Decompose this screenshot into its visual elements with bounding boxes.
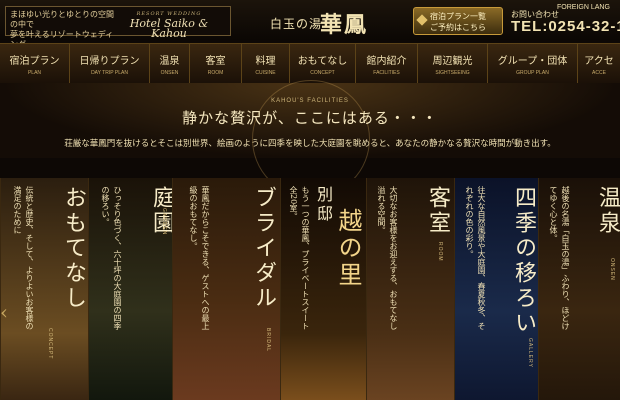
nav-label: 客室 xyxy=(205,56,226,67)
nav-label: 温泉 xyxy=(159,56,180,67)
nav-facilities[interactable]: 館内紹介 FACILITIES xyxy=(356,44,418,84)
panel-en-label: BRIDAL xyxy=(265,328,271,353)
section-intro: 荘厳な華鳳門を抜けるとそこは別世界、絵画のように四季を映した大庭園を眺めると、あ… xyxy=(64,139,556,149)
panel-room[interactable]: 大切なお客様をお迎えする、おもてなし溢れる空間。 客室 ROOM xyxy=(366,178,454,400)
logo-prefix: 白玉の湯 xyxy=(270,17,323,31)
panel-description: 大切なお客様をお迎えする、おもてなし溢れる空間。 xyxy=(377,186,398,330)
nav-label: おもてなし xyxy=(297,56,348,67)
nav-room[interactable]: 客室 ROOM xyxy=(190,44,242,84)
logo-main: 華鳳 xyxy=(320,12,369,38)
chevron-left-icon[interactable]: ‹ xyxy=(0,300,10,324)
panel-bridal[interactable]: 華鳳だからこそできる、ゲストへの最上級のおもてなし。 ブライダル BRIDAL xyxy=(172,178,280,400)
nav-sublabel: FACILITIES xyxy=(373,70,400,76)
panel-en-label: ROOM xyxy=(437,242,443,262)
panel-onsen[interactable]: 越後の名湯「白玉の湯」ふわり、ほどけてゆく心と体。 温泉 ONSEN xyxy=(538,178,620,400)
reservation-line-2: ご予約はこちら xyxy=(430,23,486,32)
panel-description: 伝統と歴史、そして、よりよいお客様の満足のために xyxy=(13,186,34,330)
panel-garden[interactable]: ひっそり色づく、六十坪の大庭園の四季の移ろい。 庭園 GARDEN xyxy=(88,178,172,400)
banner-hotel-name: Hotel Saiko & Kahou xyxy=(129,17,209,40)
nav-onsen[interactable]: 温泉 ONSEN xyxy=(150,44,190,84)
nav-label: 料理 xyxy=(255,56,276,67)
panel-description: もう一つの華鳳、プライベートスイート全20室。 xyxy=(289,186,310,330)
phone-number: TEL:0254-32-15 xyxy=(511,18,620,35)
panel-description: ひっそり色づく、六十坪の大庭園の四季の移ろい。 xyxy=(101,186,122,330)
nav-group-plan[interactable]: グループ・団体 GROUP PLAN xyxy=(488,44,578,84)
nav-sublabel: PLAN xyxy=(27,70,42,76)
panel-title: 温泉 xyxy=(595,186,620,236)
panel-en-label: CONCEPT xyxy=(47,328,53,360)
section-heading: 静かな贅沢が、ここにはある・・・ xyxy=(182,109,438,127)
nav-sublabel: ACCE xyxy=(592,70,606,76)
nav-sublabel: CONCEPT xyxy=(310,70,335,76)
panel-description: 往大な自然風景や大庭園、春夏秋冬、それぞれの色の彩り。 xyxy=(465,186,486,330)
nav-day-trip[interactable]: 日帰りプラン DAY TRIP PLAN xyxy=(70,44,150,84)
section-subtitle: KAHOU'S FACILITIES xyxy=(271,98,349,104)
panel-title: 越の里 xyxy=(334,208,362,289)
contact-block: お問い合わせ FOREIGN LANG TEL:0254-32-15 xyxy=(511,4,620,35)
panel-en-label: GALLERY xyxy=(527,338,533,368)
panel-gallery[interactable]: 往大な自然風景や大庭園、春夏秋冬、それぞれの色の彩り。 四季の移ろい GALLE… xyxy=(454,178,538,400)
nav-label: 宿泊プラン xyxy=(9,56,60,67)
panel-description: 華鳳だからこそできる、ゲストへの最上級のおもてなし。 xyxy=(189,186,210,330)
panel-title: おもてなし xyxy=(61,186,86,311)
panel-title: 客室 xyxy=(425,186,450,236)
nav-sublabel: SIGHTSEEING xyxy=(435,70,470,76)
nav-label: 日帰りプラン xyxy=(79,56,140,67)
wedding-banner[interactable]: まほゆい光りとゆとりの空間の中で 夢を叶えるリゾートウェディング RESORT … xyxy=(5,6,231,49)
nav-sublabel: ROOM xyxy=(207,70,224,76)
panel-title: 四季の移ろい xyxy=(511,186,536,336)
foreign-language-link[interactable]: FOREIGN LANG xyxy=(557,4,610,11)
nav-plan[interactable]: 宿泊プラン PLAN xyxy=(0,44,70,84)
facility-panels: 伝統と歴史、そして、よりよいお客様の満足のために おもてなし CONCEPT ひ… xyxy=(0,178,620,400)
nav-sightseeing[interactable]: 周辺観光 SIGHTSEEING xyxy=(418,44,488,84)
panel-title: 庭園 xyxy=(149,186,172,236)
panel-concept[interactable]: 伝統と歴史、そして、よりよいお客様の満足のために おもてなし CONCEPT xyxy=(0,178,88,400)
nav-label: アクセ xyxy=(584,56,614,67)
nav-access[interactable]: アクセ ACCE xyxy=(578,44,620,84)
reservation-button[interactable]: 宿泊プラン一覧 ご予約はこちら xyxy=(413,7,503,35)
site-logo[interactable]: 白玉の湯 華鳳 xyxy=(270,7,390,38)
panel-en-label: ONSEN xyxy=(609,258,615,281)
nav-concept[interactable]: おもてなし CONCEPT xyxy=(290,44,356,84)
main-nav: 宿泊プラン PLAN 日帰りプラン DAY TRIP PLAN 温泉 ONSEN 客室… xyxy=(0,43,620,85)
nav-sublabel: ONSEN xyxy=(160,70,179,76)
nav-label: 館内紹介 xyxy=(366,56,407,67)
banner-line-1: まほゆい光りとゆとりの空間の中で xyxy=(10,10,114,29)
nav-label: 周辺観光 xyxy=(432,56,473,67)
nav-sublabel: GROUP PLAN xyxy=(516,70,549,76)
panel-title: ブライダル xyxy=(251,186,276,311)
nav-sublabel: DAY TRIP PLAN xyxy=(91,70,128,76)
nav-cuisine[interactable]: 料理 CUISINE xyxy=(242,44,290,84)
nav-sublabel: CUISINE xyxy=(255,70,276,76)
panel-koshi-no-sato[interactable]: 別邸 もう一つの華鳳、プライベートスイート全20室。 越の里 xyxy=(280,178,366,400)
nav-label: グループ・団体 xyxy=(497,56,568,67)
banner-script: RESORT WEDDING Hotel Saiko & Kahou xyxy=(114,9,224,39)
panel-description: 越後の名湯「白玉の湯」ふわり、ほどけてゆく心と体。 xyxy=(549,186,570,330)
panel-en-label: GARDEN xyxy=(161,208,167,236)
